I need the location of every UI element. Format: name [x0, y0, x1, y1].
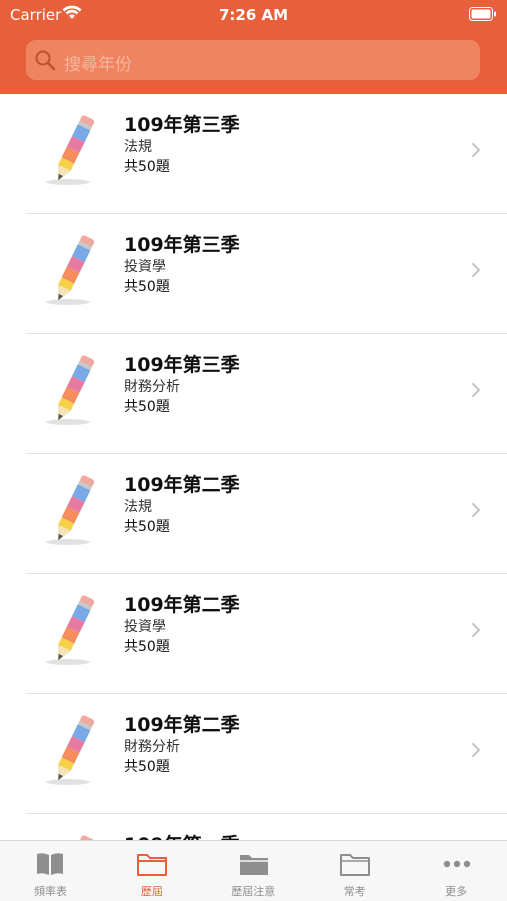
- chevron-right-icon: [471, 382, 481, 402]
- pencil-icon: [44, 588, 104, 672]
- pencil-icon: [44, 468, 104, 552]
- chevron-right-icon: [471, 502, 481, 522]
- battery-icon: [469, 7, 497, 25]
- item-title: 109年第二季: [124, 714, 240, 736]
- status-bar: Carrier 7:26 AM: [0, 0, 507, 30]
- item-title: 109年第二季: [124, 594, 240, 616]
- chevron-right-icon: [471, 742, 481, 762]
- item-question-count: 共50題: [124, 279, 170, 295]
- more-icon: [441, 851, 473, 881]
- item-subject: 法規: [124, 499, 152, 515]
- chevron-right-icon: [471, 622, 481, 642]
- item-subject: 法規: [124, 139, 152, 155]
- folder-icon: [136, 851, 168, 881]
- tab-label: 常考: [343, 885, 366, 898]
- list-item[interactable]: 109年第三季財務分析共50題: [0, 334, 507, 454]
- item-question-count: 共50題: [124, 759, 170, 775]
- search-input[interactable]: 搜尋年份: [26, 40, 480, 80]
- item-question-count: 共50題: [124, 399, 170, 415]
- tab-label: 歷屆注意: [231, 885, 276, 898]
- pencil-icon: [44, 228, 104, 312]
- list-item[interactable]: 109年第三季法規共50題: [0, 94, 507, 214]
- item-subject: 財務分析: [124, 379, 180, 395]
- item-subject: 投資學: [124, 259, 166, 275]
- tab-1[interactable]: 頻率表: [0, 841, 101, 901]
- clock: 7:26 AM: [218, 6, 289, 24]
- pencil-icon: [44, 108, 104, 192]
- item-title: 109年第三季: [124, 234, 240, 256]
- list-item[interactable]: 109年第三季投資學共50題: [0, 214, 507, 334]
- tab-label: 歷屆: [140, 885, 163, 898]
- list-item[interactable]: 109年第二季財務分析共50題: [0, 694, 507, 814]
- item-question-count: 共50題: [124, 159, 170, 175]
- item-subject: 投資學: [124, 619, 166, 635]
- tab-label: 更多: [445, 885, 468, 898]
- search-icon: [34, 49, 56, 75]
- tab-3[interactable]: 歷屆注意: [203, 841, 304, 901]
- exam-list[interactable]: 109年第三季 法規 共50題 109年第三季 投資學 共50題 109年第三季 財務分析 共5…: [0, 94, 507, 840]
- pencil-icon: [44, 348, 104, 432]
- chevron-right-icon: [471, 262, 481, 282]
- list-item[interactable]: 109年第一季: [0, 814, 507, 840]
- tab-2[interactable]: 歷屆: [101, 841, 202, 901]
- search-placeholder: 搜尋年份: [64, 55, 132, 75]
- folder-outline-icon: [339, 851, 371, 881]
- tab-5[interactable]: 更多: [406, 841, 507, 901]
- folder-filled-icon: [238, 851, 270, 881]
- item-title: 109年第三季: [124, 354, 240, 376]
- item-question-count: 共50題: [124, 639, 170, 655]
- list-item[interactable]: 109年第二季投資學共50題: [0, 574, 507, 694]
- pencil-icon: [44, 828, 104, 840]
- pencil-icon: [44, 708, 104, 792]
- item-question-count: 共50題: [124, 519, 170, 535]
- item-title: 109年第三季: [124, 114, 240, 136]
- item-title: 109年第二季: [124, 474, 240, 496]
- tab-bar: 頻率表 歷屆 歷屆注意 常考 更多: [0, 840, 507, 901]
- tab-label: 頻率表: [34, 885, 67, 898]
- item-subject: 財務分析: [124, 739, 180, 755]
- tab-4[interactable]: 常考: [304, 841, 405, 901]
- header-bar: Carrier 7:26 AM 搜尋年份: [0, 0, 507, 94]
- book-icon: [35, 851, 65, 881]
- list-item[interactable]: 109年第二季法規共50題: [0, 454, 507, 574]
- chevron-right-icon: [471, 142, 481, 162]
- item-title: 109年第一季: [124, 830, 240, 840]
